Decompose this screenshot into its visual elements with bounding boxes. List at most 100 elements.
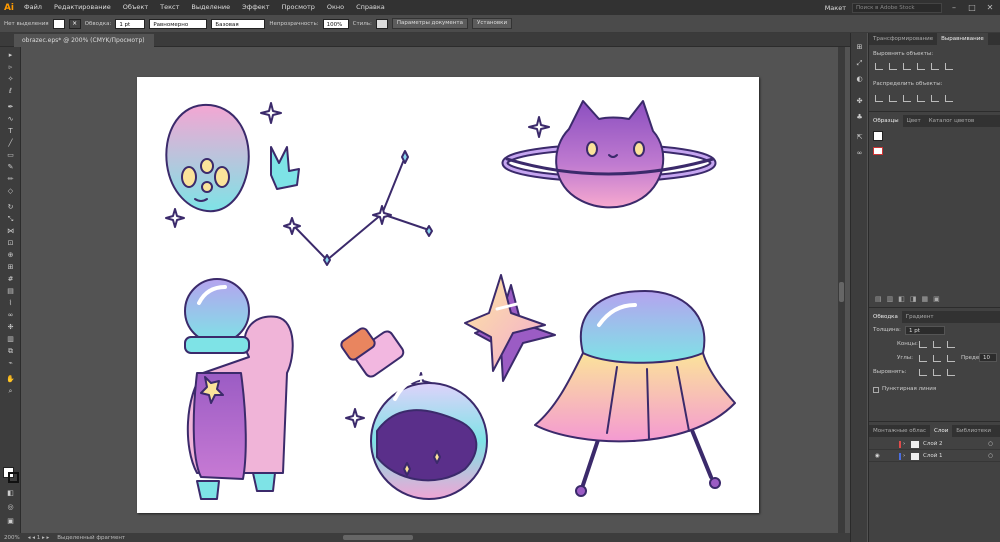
lasso-tool-icon[interactable]: ℓ [5, 87, 16, 96]
type-tool-icon[interactable]: T [5, 127, 16, 136]
tab-gradient[interactable]: Градиент [902, 311, 938, 323]
rotate-tool-icon[interactable]: ↻ [5, 203, 16, 212]
zoom-level[interactable]: 200% [4, 535, 20, 541]
perspective-grid-tool-icon[interactable]: ⊞ [5, 263, 16, 272]
minimize-icon[interactable]: – [948, 3, 960, 12]
menu-object[interactable]: Объект [117, 0, 154, 15]
swatches-footer-icons[interactable]: ▤▥◧◨▦▣ [875, 295, 945, 303]
tab-artboards[interactable]: Монтажные облас [869, 425, 930, 437]
properties-icon[interactable]: ⊞ [855, 43, 864, 52]
pencil-tool-icon[interactable]: ✏ [5, 175, 16, 184]
magic-wand-tool-icon[interactable]: ✧ [5, 75, 16, 84]
document-setup-button[interactable]: Параметры документа [391, 18, 468, 29]
visibility-eye-icon[interactable]: ◉ [875, 451, 880, 462]
distribute-buttons[interactable] [875, 95, 953, 102]
layer-row[interactable]: ◉ › Слой 1 ○ [869, 451, 1000, 462]
expand-icon[interactable]: › [903, 451, 905, 462]
tab-align[interactable]: Выравнивание [937, 33, 988, 45]
column-graph-tool-icon[interactable]: ▥ [5, 335, 16, 344]
selection-tool-icon[interactable]: ▸ [5, 51, 16, 60]
drawing-mode-icon[interactable]: ◎ [5, 503, 16, 512]
artboard-nav[interactable]: ◂ ◂ 1 ▸ ▸ [28, 535, 50, 541]
maximize-icon[interactable]: □ [966, 3, 978, 12]
menu-select[interactable]: Выделение [185, 0, 236, 15]
brush-definition[interactable]: Базовая [211, 18, 266, 29]
variable-width-profile[interactable]: Равномерно [149, 18, 208, 29]
rectangle-tool-icon[interactable]: ▭ [5, 151, 16, 160]
zoom-tool-icon[interactable]: ⌕ [5, 387, 16, 396]
cap-buttons[interactable] [919, 341, 955, 348]
eraser-tool-icon[interactable]: ◇ [5, 187, 16, 196]
fill-stroke-indicator[interactable] [3, 467, 19, 483]
scale-tool-icon[interactable]: ⤡ [5, 215, 16, 224]
screen-mode-icon[interactable]: ▣ [5, 517, 16, 526]
tab-stroke[interactable]: Обводка [869, 311, 902, 323]
layer-name[interactable]: Слой 2 [923, 439, 943, 450]
curvature-tool-icon[interactable]: ∿ [5, 115, 16, 124]
blend-tool-icon[interactable]: ∞ [5, 311, 16, 320]
width-tool-icon[interactable]: ⋈ [5, 227, 16, 236]
slice-tool-icon[interactable]: ⌁ [5, 359, 16, 368]
menu-view[interactable]: Просмотр [276, 0, 321, 15]
close-icon[interactable]: ✕ [984, 3, 996, 12]
gradient-tool-icon[interactable]: ▤ [5, 287, 16, 296]
stock-search-input[interactable]: Поиск в Adobe Stock [852, 2, 942, 13]
layer-row[interactable]: › Слой 2 ○ [869, 439, 1000, 450]
tab-layers[interactable]: Слои [929, 425, 953, 437]
tab-transform[interactable]: Трансформирование [869, 33, 937, 45]
artboard-tool-icon[interactable]: ⧉ [5, 347, 16, 356]
miter-limit-field[interactable]: 10 [979, 353, 997, 362]
paintbrush-tool-icon[interactable]: ✎ [5, 163, 16, 172]
appearance-icon[interactable]: ◐ [855, 75, 864, 84]
pen-tool-icon[interactable]: ✒ [5, 103, 16, 112]
symbol-sprayer-tool-icon[interactable]: ❉ [5, 323, 16, 332]
horizontal-scroll-thumb[interactable] [343, 535, 414, 540]
canvas-area[interactable] [21, 47, 843, 533]
stroke-align-buttons[interactable] [919, 369, 955, 376]
expand-icon[interactable]: › [903, 439, 905, 450]
opacity-field[interactable]: 100% [322, 18, 349, 29]
tab-swatches[interactable]: Образцы [869, 115, 903, 127]
graphic-styles-icon[interactable]: ✤ [855, 97, 864, 106]
menu-edit[interactable]: Редактирование [48, 0, 117, 15]
tab-libraries[interactable]: Библиотеки [952, 425, 995, 437]
shape-builder-tool-icon[interactable]: ⊕ [5, 251, 16, 260]
links-icon[interactable]: ∞ [855, 149, 864, 158]
menu-effect[interactable]: Эффект [236, 0, 275, 15]
free-transform-tool-icon[interactable]: ⊡ [5, 239, 16, 248]
vertical-scroll-thumb[interactable] [839, 282, 844, 302]
tab-color[interactable]: Цвет [903, 115, 925, 127]
stroke-swatch[interactable]: × [68, 18, 81, 29]
color-mode-icon[interactable]: ◧ [5, 489, 16, 498]
preferences-button[interactable]: Установки [471, 18, 513, 29]
direct-selection-tool-icon[interactable]: ▹ [5, 63, 16, 72]
graphic-style-swatch[interactable] [375, 18, 388, 29]
corner-buttons[interactable] [919, 355, 955, 362]
target-icon[interactable]: ○ [988, 451, 993, 462]
align-buttons[interactable] [875, 63, 953, 70]
mesh-tool-icon[interactable]: # [5, 275, 16, 284]
eyedropper-tool-icon[interactable]: ⌇ [5, 299, 16, 308]
document-tab[interactable]: obrazec.eps* @ 200% (CMYK/Просмотр) [14, 34, 154, 47]
workspace-switcher[interactable]: Макет [825, 4, 846, 12]
stroke-weight-field[interactable]: 1 pt [905, 326, 945, 335]
fill-swatch[interactable] [52, 18, 65, 29]
swatch-none[interactable] [873, 147, 883, 155]
dashed-line-checkbox[interactable] [873, 387, 879, 393]
menu-window[interactable]: Окно [321, 0, 350, 15]
symbols-icon[interactable]: ♣ [855, 113, 864, 122]
transform-icon[interactable]: ⤢ [855, 59, 864, 68]
layer-name[interactable]: Слой 1 [923, 451, 943, 462]
menu-file[interactable]: Файл [18, 0, 48, 15]
artboard[interactable] [137, 77, 759, 513]
line-tool-icon[interactable]: ╱ [5, 139, 16, 148]
menu-type[interactable]: Текст [154, 0, 185, 15]
tab-color-guide[interactable]: Каталог цветов [925, 115, 979, 127]
menu-help[interactable]: Справка [350, 0, 391, 15]
vertical-scrollbar[interactable] [838, 47, 845, 533]
swatch-fill-indicator[interactable] [873, 131, 883, 141]
stroke-weight-select[interactable]: 1 pt [115, 18, 146, 29]
export-icon[interactable]: ⇱ [855, 133, 864, 142]
target-icon[interactable]: ○ [988, 439, 993, 450]
hand-tool-icon[interactable]: ✋ [5, 375, 16, 384]
